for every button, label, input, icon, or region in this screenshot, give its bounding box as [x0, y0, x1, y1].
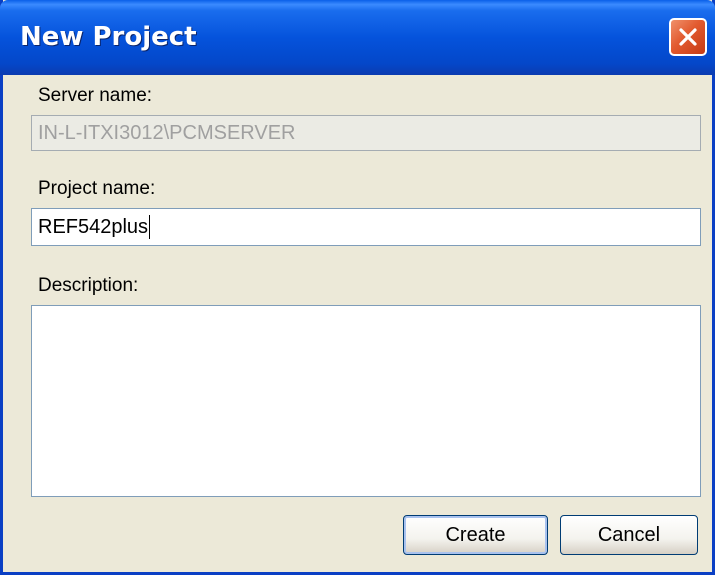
project-name-value: REF542plus — [38, 215, 149, 238]
create-button[interactable]: Create — [403, 515, 548, 555]
title-bar[interactable]: New Project — [0, 0, 715, 75]
description-label: Description: — [38, 275, 139, 296]
description-textarea[interactable] — [31, 305, 701, 497]
project-name-label: Project name: — [38, 178, 156, 199]
text-caret — [149, 215, 151, 239]
cancel-button[interactable]: Cancel — [560, 515, 698, 555]
project-name-input[interactable]: REF542plus — [31, 208, 701, 246]
server-name-field: IN-L-ITXI3012\PCMSERVER — [31, 115, 701, 151]
server-name-value: IN-L-ITXI3012\PCMSERVER — [38, 121, 296, 144]
server-name-label: Server name: — [38, 85, 153, 106]
dialog-title: New Project — [20, 22, 197, 52]
close-button[interactable] — [669, 18, 707, 56]
close-icon — [679, 28, 697, 46]
new-project-dialog: New Project Server name: IN-L-ITXI3012\P… — [0, 0, 715, 575]
